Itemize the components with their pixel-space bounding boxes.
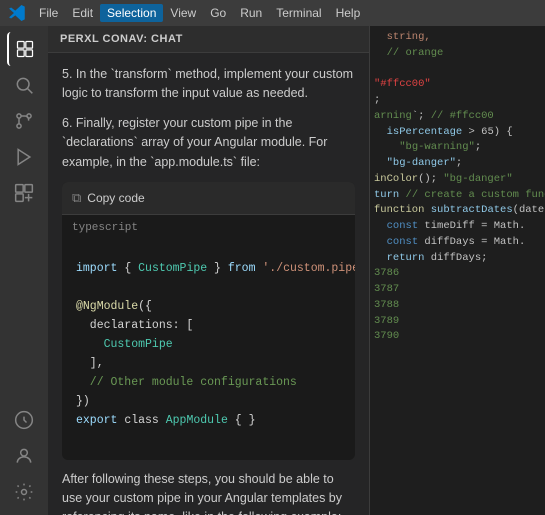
app-logo	[6, 2, 28, 24]
chat-panel: PERXL CONAV: CHAT 5. In the `transform` …	[48, 26, 370, 515]
step5-text: 5. In the `transform` method, implement …	[62, 65, 355, 104]
code-block-header[interactable]: ⧉ Copy code	[62, 182, 355, 215]
code-lang-label: typescript	[62, 215, 355, 239]
code-block: ⧉ Copy code typescript import { CustomPi…	[62, 182, 355, 460]
explorer-icon[interactable]	[7, 32, 41, 66]
menu-view[interactable]: View	[163, 4, 203, 22]
step6-text: 6. Finally, register your custom pipe in…	[62, 114, 355, 172]
menu-file[interactable]: File	[32, 4, 65, 22]
menu-help[interactable]: Help	[329, 4, 368, 22]
conclusion-text: After following these steps, you should …	[62, 470, 355, 515]
menu-go[interactable]: Go	[203, 4, 233, 22]
chat-content[interactable]: 5. In the `transform` method, implement …	[48, 53, 369, 515]
search-icon[interactable]	[7, 68, 41, 102]
copy-icon: ⧉	[72, 188, 81, 208]
menu-bar: File Edit Selection View Go Run Terminal…	[0, 0, 545, 26]
copy-label: Copy code	[87, 189, 144, 208]
code-content: import { CustomPipe } from './custom.pip…	[62, 239, 355, 460]
settings-icon[interactable]	[7, 475, 41, 509]
editor-area: string, // orange "#ffcc00"; arning`; //…	[370, 26, 545, 515]
chat-panel-header: PERXL CONAV: CHAT	[48, 26, 369, 53]
menu-selection[interactable]: Selection	[100, 4, 163, 22]
menu-run[interactable]: Run	[233, 4, 269, 22]
activity-bar	[0, 26, 48, 515]
menu-edit[interactable]: Edit	[65, 4, 100, 22]
remote-icon[interactable]	[7, 403, 41, 437]
menu-terminal[interactable]: Terminal	[269, 4, 328, 22]
extensions-icon[interactable]	[7, 176, 41, 210]
editor-bg: string, // orange "#ffcc00"; arning`; //…	[370, 26, 545, 515]
chat-header-label: PERXL CONAV: CHAT	[60, 33, 183, 45]
debug-icon[interactable]	[7, 140, 41, 174]
accounts-icon[interactable]	[7, 439, 41, 473]
source-control-icon[interactable]	[7, 104, 41, 138]
